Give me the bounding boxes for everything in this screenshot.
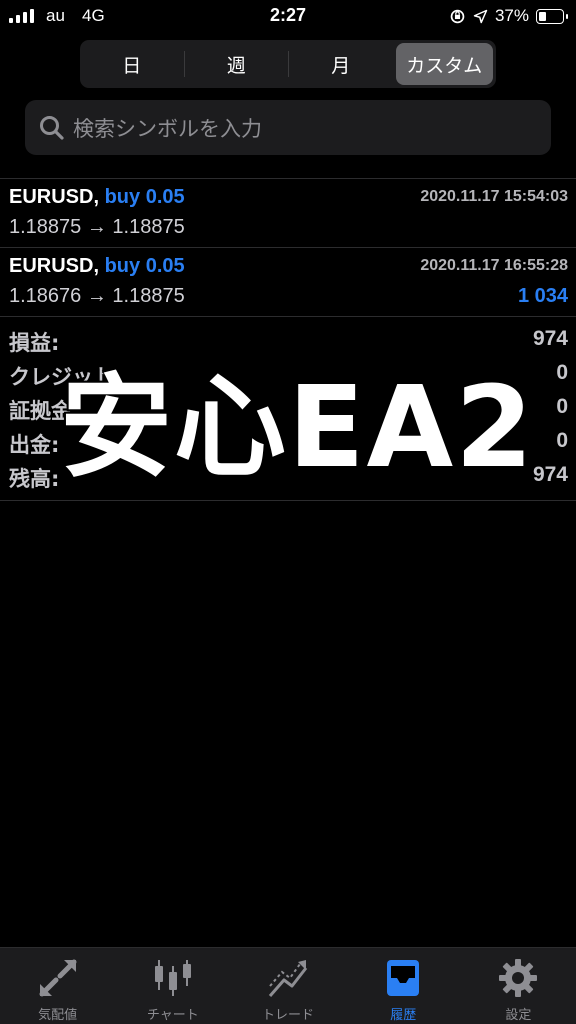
segment-custom[interactable]: カスタム xyxy=(395,43,493,85)
segment-month[interactable]: 月 xyxy=(292,43,390,85)
tab-settings[interactable]: 設定 xyxy=(461,948,576,1024)
summary-value: 0 xyxy=(556,395,568,418)
segment-week[interactable]: 週 xyxy=(188,43,286,85)
period-segmented-control: 日 週 月 カスタム xyxy=(80,40,496,88)
summary-value: 0 xyxy=(556,429,568,452)
tab-label: トレード xyxy=(262,1008,315,1023)
overlay-title: 安心EA2 xyxy=(60,363,536,493)
quotes-arrows-icon xyxy=(39,959,77,997)
summary-value: 974 xyxy=(532,463,568,486)
bottom-tab-bar: 気配値 チャート トレード 履歴 設定 xyxy=(0,947,576,1024)
segment-day[interactable]: 日 xyxy=(83,43,181,85)
summary-value: 0 xyxy=(556,361,568,384)
divider xyxy=(0,500,576,501)
segment-divider xyxy=(183,51,185,77)
tab-quotes[interactable]: 気配値 xyxy=(0,948,115,1024)
divider xyxy=(0,316,576,317)
location-arrow-icon xyxy=(473,9,488,23)
tab-label: 気配値 xyxy=(38,1008,78,1023)
search-placeholder: 検索シンボルを入力 xyxy=(73,116,262,141)
segment-divider xyxy=(288,51,289,77)
summary-value: 974 xyxy=(532,327,568,350)
deal-symbol-line: EURUSD, buy 0.05 xyxy=(9,255,185,278)
summary-label: 残高: xyxy=(9,467,60,491)
status-bar: au 4G 2:27 37% xyxy=(0,0,576,34)
deal-datetime: 2020.11.17 16:55:28 xyxy=(420,257,568,274)
settings-gear-icon xyxy=(499,959,538,997)
trade-chart-icon xyxy=(268,960,308,997)
summary-profit-row: 損益: 974 xyxy=(0,324,576,358)
deal-symbol: EURUSD, xyxy=(9,186,100,208)
deal-symbol: EURUSD, xyxy=(9,255,100,277)
search-icon xyxy=(40,115,64,140)
battery-icon xyxy=(536,8,568,24)
symbol-search-field[interactable]: 検索シンボルを入力 xyxy=(25,100,551,155)
orientation-lock-icon xyxy=(450,9,465,23)
tab-trade[interactable]: トレード xyxy=(230,948,345,1024)
deal-row[interactable]: EURUSD, buy 0.05 2020.11.17 15:54:03 1.1… xyxy=(0,178,576,246)
tab-label: 設定 xyxy=(505,1008,532,1023)
deal-type-volume: buy 0.05 xyxy=(104,186,185,208)
deal-profit: 1 034 xyxy=(517,285,568,307)
tab-chart[interactable]: チャート xyxy=(115,948,230,1024)
tab-history[interactable]: 履歴 xyxy=(346,948,461,1024)
deal-type-volume: buy 0.05 xyxy=(104,255,185,277)
tab-label: チャート xyxy=(146,1008,199,1023)
summary-label: 出金: xyxy=(9,433,60,457)
deal-prices: 1.18875 → 1.18875 xyxy=(9,216,185,238)
candlestick-chart-icon xyxy=(154,960,191,996)
deal-prices: 1.18676 → 1.18875 xyxy=(9,285,185,307)
deal-symbol-line: EURUSD, buy 0.05 xyxy=(9,186,185,209)
summary-label: 損益: xyxy=(9,331,60,355)
deal-row[interactable]: EURUSD, buy 0.05 2020.11.17 16:55:28 1.1… xyxy=(0,247,576,315)
tab-label: 履歴 xyxy=(390,1008,417,1023)
battery-percent: 37% xyxy=(494,6,529,25)
status-right-group: 37% xyxy=(449,6,568,26)
history-inbox-icon xyxy=(387,960,420,996)
deal-datetime: 2020.11.17 15:54:03 xyxy=(420,188,568,205)
